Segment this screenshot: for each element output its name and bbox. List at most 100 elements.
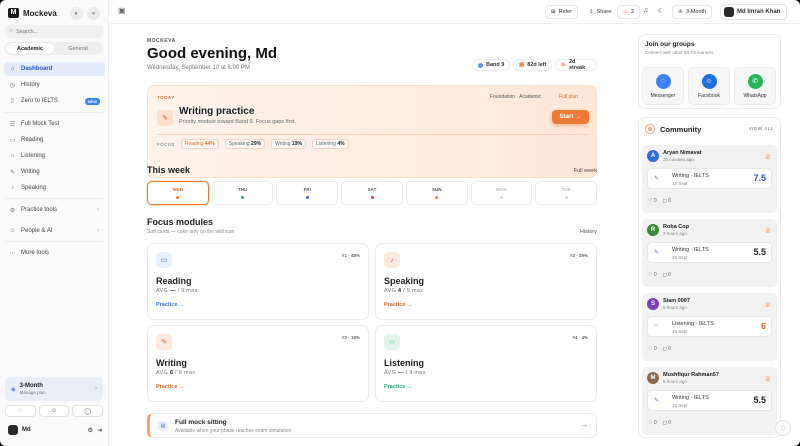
refer-button[interactable]: ⊞ Refer [545,5,579,19]
day-sun[interactable]: SUN [405,181,468,205]
whatsapp-icon: ✆ [747,73,763,89]
people-icon[interactable]: ☺ [38,405,70,417]
post-author: Siam 0007 [663,298,690,304]
practice-link[interactable]: Practice → [384,302,412,308]
sidebar-item-listening[interactable]: ∩ Listening [4,149,105,163]
focus-chip[interactable]: Writing 19% [271,139,306,149]
post-author: Mushfiqur Rahman57 [663,372,719,378]
moon-icon[interactable]: ☾ [658,7,664,15]
sidebar-item-full-mock-test[interactable]: ☰ Full Mock Test [4,117,105,131]
practice-link[interactable]: Practice → [156,384,184,390]
whatsapp-icon[interactable]: ◯ [72,405,104,417]
sidebar-item-speaking[interactable]: ♪ Speaking [4,181,105,195]
search-input[interactable] [16,28,97,35]
like-button[interactable]: ♡ 0 [648,198,657,204]
view-all-link[interactable]: VIEW ALL [749,126,774,131]
day-fri[interactable]: FRI [276,181,339,205]
post-time: 5 hours ago [663,305,687,310]
sidebar-item-label: Speaking [21,185,47,191]
module-card-listening[interactable]: ∩ #4 · 4% Listening AVG — / 9 max Practi… [375,325,597,402]
module-card-writing[interactable]: ✎ #3 · 19% Writing AVG 6 / 9 max Practic… [147,325,369,402]
practice-link[interactable]: Practice → [384,384,412,390]
like-button[interactable]: ♡ 0 [648,420,657,426]
comment-button[interactable]: ◻ 0 [663,420,671,426]
like-button[interactable]: ♡ 0 [648,272,657,278]
sidebar-item-more-tools[interactable]: ⋯ More tools [4,246,105,260]
tab-academic[interactable]: Academic [6,43,54,54]
community-post[interactable]: S Siam 0007 5 hours ago ♕ ∩ Listening · … [642,293,777,361]
sidebar-item-label: Full Mock Test [21,121,60,127]
sidebar-divider [5,198,103,199]
group-whatsapp[interactable]: ✆ WhatsApp [734,67,776,105]
focus-chip[interactable]: Speaking 29% [224,139,266,149]
day-dot [176,196,180,199]
community-post[interactable]: M Mushfiqur Rahman57 5 hours ago ♕ ✎ Wri… [642,367,777,435]
plan-button[interactable]: ♔ 3-Month [672,5,713,19]
plan-card[interactable]: ◈ 3-Month Manage plan › [5,377,103,401]
comment-button[interactable]: ◻ 0 [663,346,671,352]
sidebar-item-writing[interactable]: ✎ Writing [4,165,105,179]
collapse-icon[interactable]: « [87,7,100,20]
band-label: Band 9 [486,62,505,68]
brand[interactable]: M Mockeva [8,8,57,18]
tab-general[interactable]: General [54,43,102,54]
theme-icon[interactable]: ◐ [70,7,83,20]
community-post[interactable]: A Aryan Nimavat 25 minutes ago ♕ ✎ Writi… [642,145,777,213]
calendar-icon: ▦ [519,62,525,68]
history-link[interactable]: History [580,229,597,235]
sidebar-item-dashboard[interactable]: ⌂ Dashboard [4,62,105,76]
sidebar-item-label: Reading [21,137,44,143]
community-post[interactable]: R Roba Cop 3 hours ago ♕ ✎ Writing · IEL… [642,219,777,287]
gear-icon[interactable]: ⚙ [88,427,93,434]
user-menu[interactable]: Md Imran Khan [720,4,788,20]
focus-name: Writing [275,141,291,147]
module-card-reading[interactable]: ▭ #1 · 48% Reading AVG — / 9 max Practic… [147,243,369,320]
chat-fab-icon[interactable]: ◌ [775,420,791,436]
search-icon: ⌕ [10,28,14,34]
day-wed[interactable]: WED [147,181,209,205]
day-sat[interactable]: SAT [341,181,403,205]
sidebar-user[interactable]: Md ⚙ ⇥ [8,425,102,435]
sidebar-item-label: Dashboard [21,66,53,72]
comment-button[interactable]: ◻ 0 [663,198,671,204]
sidebar-item-practice-tools[interactable]: ⚙ Practice tools › [4,203,105,217]
full-mock-card[interactable]: ▤ Full mock sitting Available when your … [147,413,597,438]
book-icon: ▭ [156,252,172,268]
focus-chip[interactable]: Listening 4% [311,139,349,149]
post-result: ✎ Writing · IELTS 16 Sept 5.5 [647,390,772,411]
practice-link[interactable]: Practice → [156,302,184,308]
bell-icon[interactable]: ♫ [643,7,648,14]
full-week-link[interactable]: Full week [574,168,597,174]
day-tue[interactable]: TUE [535,181,598,205]
focus-chip[interactable]: Reading 44% [180,139,219,149]
post-time: 3 hours ago [663,231,687,236]
app-window: M Mockeva ◐ « ⌕ Academic General ⌂ Dashb… [0,0,800,446]
plan-label: 3-Month [685,9,707,15]
full-plan-link[interactable]: Full plan → [559,94,584,100]
day-thu[interactable]: THU [211,181,274,205]
list-icon: ☰ [9,121,16,128]
sidebar-item-reading[interactable]: ▭ Reading [4,133,105,147]
streak-button[interactable]: ♨ 2 [617,5,640,19]
sidebar-item-zero-to-ielts[interactable]: ♖ Zero to IELTS NEW [4,94,105,108]
sidebar-toggle-icon[interactable]: ▣ [118,6,126,15]
today-eyebrow: TODAY [157,95,175,100]
group-facebook[interactable]: ☺ Facebook [688,67,730,105]
start-button[interactable]: Start → [552,110,589,124]
arrow-right-icon[interactable]: → [581,422,588,429]
module-card-speaking[interactable]: ♪ #2 · 29% Speaking AVG 4 / 9 max Practi… [375,243,597,320]
sidebar-item-history[interactable]: ◷ History [4,78,105,92]
group-messenger[interactable]: ◌ Messenger [642,67,684,105]
chat-icon[interactable]: ◌ [5,405,36,417]
like-button[interactable]: ♡ 0 [648,346,657,352]
comment-button[interactable]: ◻ 0 [663,272,671,278]
logout-icon[interactable]: ⇥ [97,427,102,434]
search-box[interactable]: ⌕ [5,25,103,38]
messenger-icon: ◌ [655,73,671,89]
pen-icon: ✎ [654,398,660,404]
sidebar-item-people-ai[interactable]: ☺ People & AI › [4,224,105,238]
focus-pct: 19% [291,141,302,147]
graduation-icon: ♖ [9,98,16,105]
share-button[interactable]: ⇪ Share [584,5,617,19]
day-mon[interactable]: MON [470,181,533,205]
